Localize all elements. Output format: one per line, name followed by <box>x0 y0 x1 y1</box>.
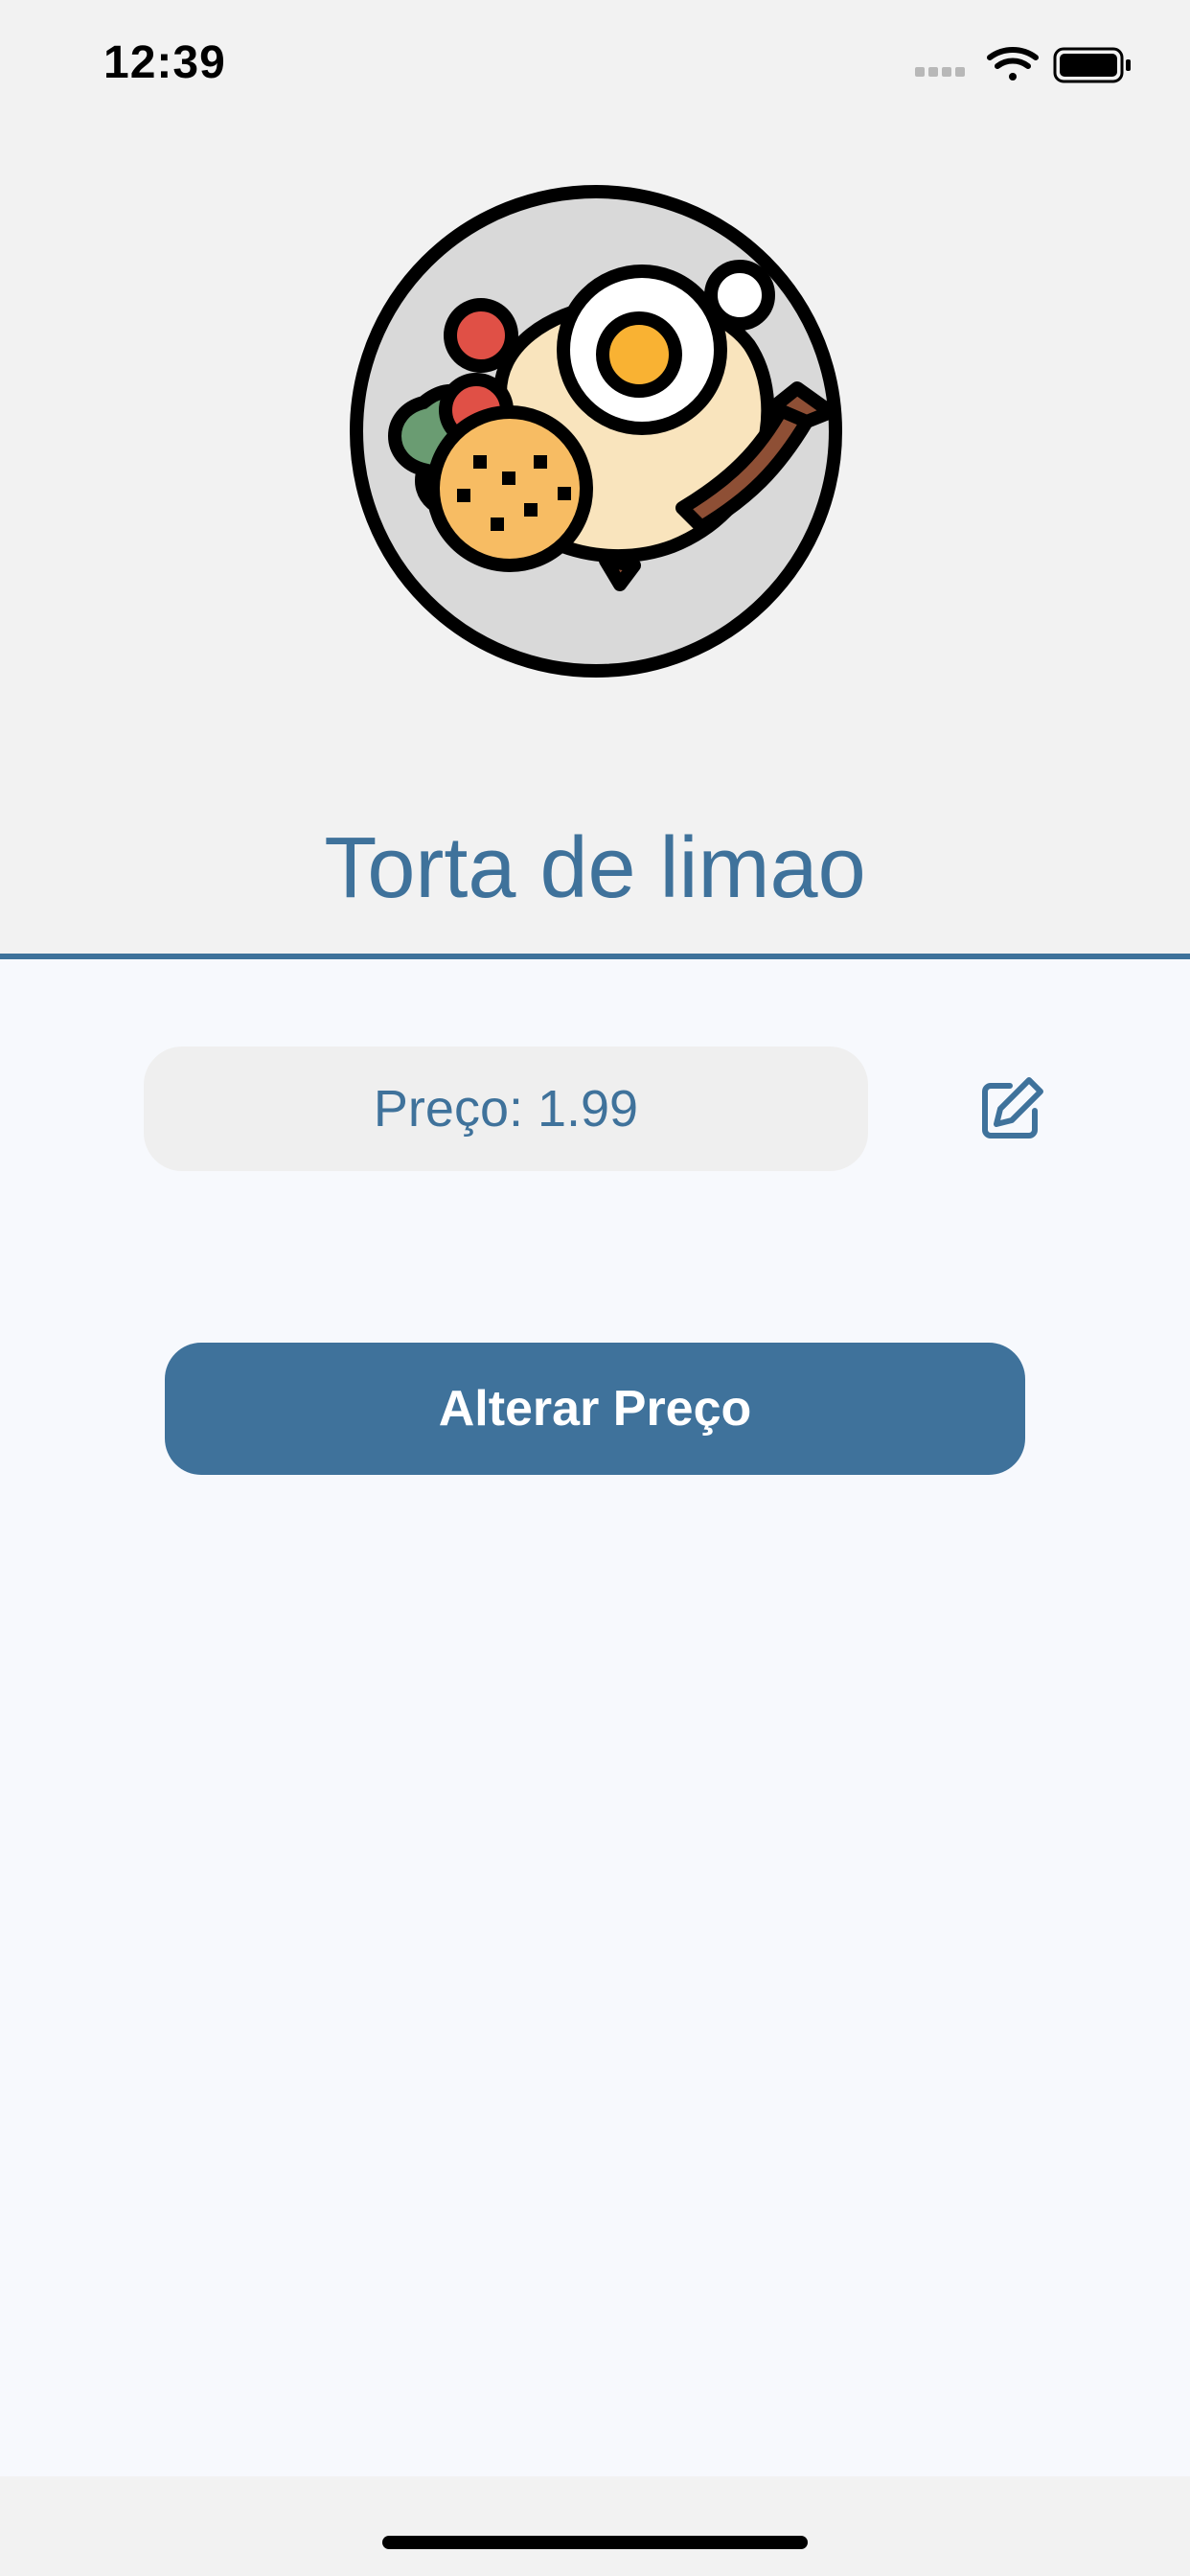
battery-icon <box>1053 47 1131 83</box>
status-icons <box>915 47 1131 83</box>
price-display: Preço: 1.99 <box>144 1046 868 1171</box>
plate-of-food-icon <box>350 185 842 678</box>
edit-icon[interactable] <box>977 1074 1046 1143</box>
change-price-button[interactable]: Alterar Preço <box>165 1343 1025 1475</box>
main-content: Preço: 1.99 Alterar Preço <box>0 959 1190 2476</box>
cellular-dots-icon <box>915 67 965 77</box>
bottom-safe-area <box>0 2476 1190 2576</box>
status-time: 12:39 <box>103 37 226 88</box>
wifi-icon <box>987 47 1039 80</box>
home-indicator[interactable] <box>382 2536 808 2549</box>
status-bar: 12:39 <box>0 0 1190 134</box>
header: Torta de limao <box>0 0 1190 954</box>
page-title: Torta de limao <box>324 820 866 916</box>
